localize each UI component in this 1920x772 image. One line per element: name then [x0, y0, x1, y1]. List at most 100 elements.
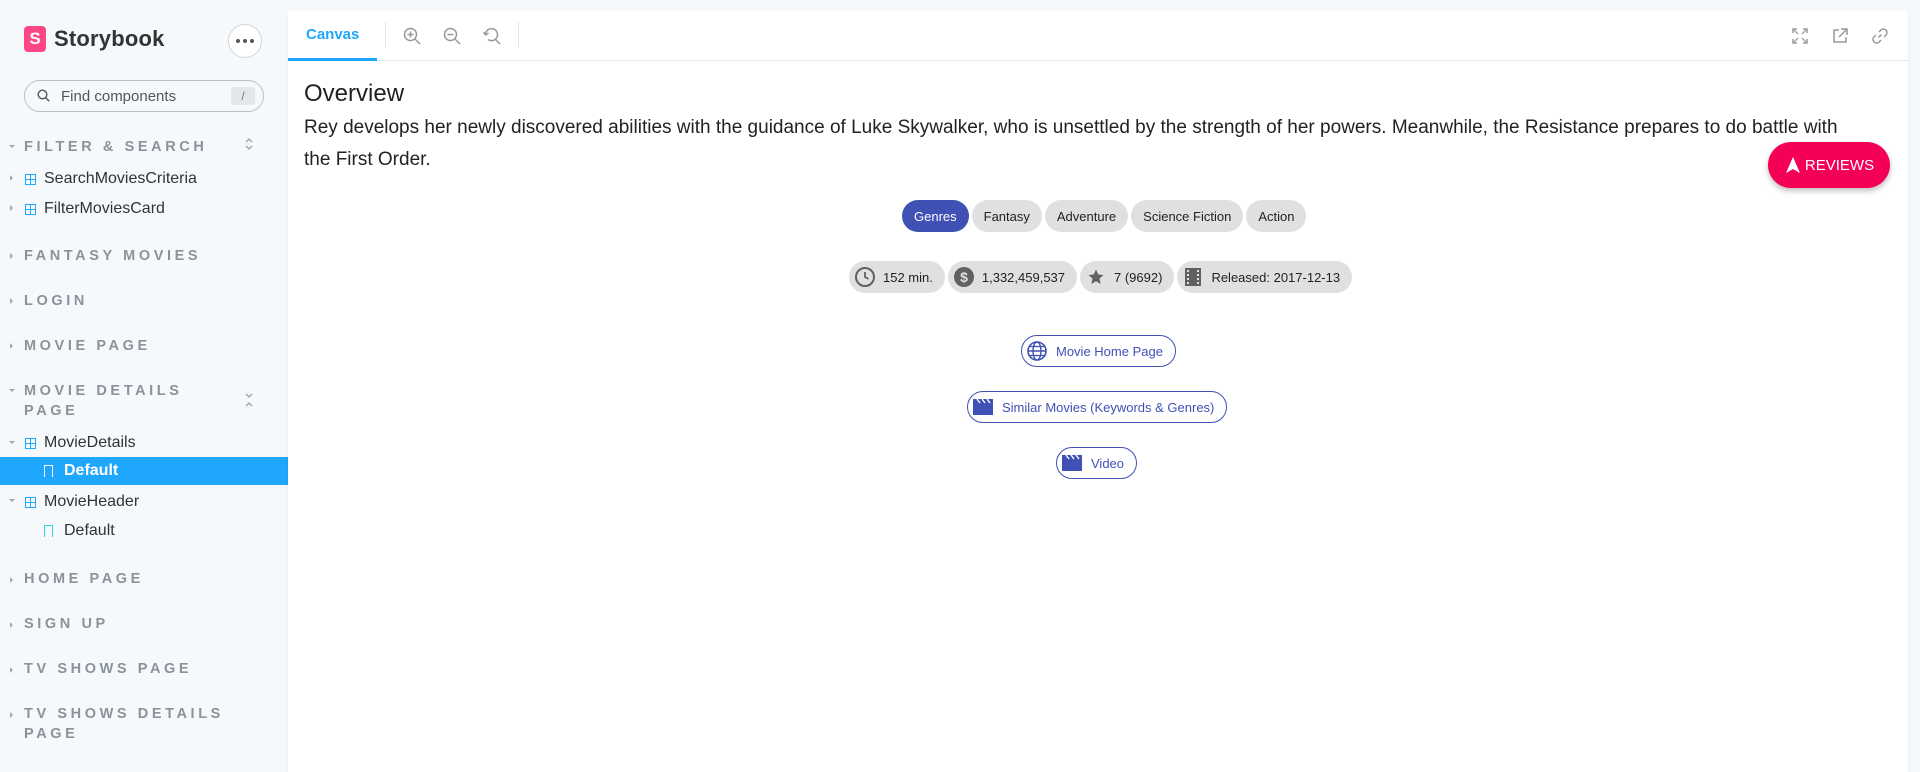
chevron-right-icon: [10, 622, 13, 628]
genre-chip[interactable]: Science Fiction: [1131, 200, 1244, 232]
toolbar: Canvas: [288, 10, 1908, 61]
zoom-out-icon[interactable]: [442, 26, 462, 46]
story-label: Default: [64, 522, 115, 539]
sidebar-item-label: MovieDetails: [44, 434, 136, 451]
sidebar-item-moviedetails[interactable]: MovieDetails: [25, 431, 136, 455]
dot: [243, 39, 247, 43]
search-icon: [37, 89, 50, 102]
sidebar-item-filtermoviescard[interactable]: FilterMoviesCard: [25, 197, 165, 221]
movie-clapper-icon: [1061, 452, 1083, 474]
sidebar-item-label: MovieHeader: [44, 493, 140, 510]
dot: [236, 39, 240, 43]
chevron-right-icon: [10, 577, 13, 583]
fullscreen-icon[interactable]: [1790, 26, 1810, 46]
preview-panel: Canvas Overview Rey develops her newly d…: [288, 10, 1908, 772]
star-icon: [1084, 265, 1108, 289]
sidebar-item-searchmoviescriteria[interactable]: SearchMoviesCriteria: [25, 167, 197, 191]
release-chip: Released: 2017-12-13: [1177, 261, 1353, 293]
toolbar-divider: [385, 22, 386, 48]
collapse-all-icon[interactable]: [244, 392, 256, 408]
revenue-chip: $ 1,332,459,537: [947, 261, 1078, 293]
group-sign-up[interactable]: SIGN UP: [24, 614, 224, 634]
globe-icon: [1026, 340, 1048, 362]
genre-chip[interactable]: Fantasy: [971, 200, 1042, 232]
similar-movies-link[interactable]: Similar Movies (Keywords & Genres): [967, 391, 1228, 423]
info-chip-row: 152 min. $ 1,332,459,537 7 (9692) Releas…: [849, 261, 1355, 293]
runtime-value: 152 min.: [883, 269, 933, 285]
chevron-right-icon: [10, 343, 13, 349]
storybook-logo-icon: S: [24, 26, 46, 52]
search-box[interactable]: /: [24, 80, 264, 112]
revenue-value: 1,332,459,537: [981, 269, 1066, 285]
story-canvas: Overview Rey develops her newly discover…: [304, 80, 1884, 176]
rating-value: 7 (9692): [1114, 269, 1163, 285]
expand-all-icon[interactable]: [244, 136, 256, 152]
storybook-brand[interactable]: S Storybook: [24, 26, 165, 52]
chevron-right-icon: [10, 253, 13, 259]
sidebar-item-movieheader[interactable]: MovieHeader: [25, 490, 139, 514]
movie-clapper-icon: [972, 396, 994, 418]
chevron-right-icon: [10, 175, 13, 181]
group-movie-details-page[interactable]: MOVIE DETAILS PAGE: [24, 381, 214, 421]
open-new-tab-icon[interactable]: [1830, 26, 1850, 46]
sidebar: S Storybook / FILTER & SEARCH SearchMovi…: [0, 0, 288, 772]
tab-canvas[interactable]: Canvas: [288, 10, 378, 61]
group-filter-search[interactable]: FILTER & SEARCH: [24, 137, 224, 157]
chevron-down-icon: [9, 441, 15, 444]
search-input[interactable]: [61, 81, 221, 111]
release-value: Released: 2017-12-13: [1211, 269, 1341, 285]
clock-icon: [853, 265, 877, 289]
chevron-right-icon: [10, 298, 13, 304]
dot: [250, 39, 254, 43]
sidebar-story-moviedetails-default[interactable]: Default: [0, 457, 288, 485]
toolbar-divider: [518, 22, 519, 48]
genre-chip[interactable]: Adventure: [1044, 200, 1129, 232]
bookmark-icon: [44, 525, 53, 537]
navigation-arrow-icon: [1785, 157, 1800, 173]
rating-chip: 7 (9692): [1080, 261, 1175, 293]
brand-name: Storybook: [54, 26, 165, 51]
overview-heading: Overview: [304, 80, 405, 107]
video-label: Video: [1091, 455, 1125, 471]
group-home-page[interactable]: HOME PAGE: [24, 569, 224, 589]
story-label: Default: [64, 462, 119, 479]
bookmark-icon: [44, 465, 53, 477]
component-icon: [25, 437, 36, 449]
group-fantasy-movies[interactable]: FANTASY MOVIES: [24, 246, 224, 266]
group-tv-shows-details-page[interactable]: TV SHOWS DETAILS PAGE: [24, 704, 244, 744]
genres-chip-row: Genres Fantasy Adventure Science Fiction…: [902, 200, 1309, 232]
chevron-down-icon: [9, 389, 15, 392]
runtime-chip: 152 min.: [849, 261, 945, 293]
movie-home-page-label: Movie Home Page: [1056, 343, 1163, 359]
more-options-button[interactable]: [228, 24, 262, 58]
chevron-right-icon: [10, 712, 13, 718]
reviews-button[interactable]: REVIEWS: [1768, 142, 1890, 188]
sidebar-item-label: FilterMoviesCard: [44, 200, 165, 217]
similar-movies-label: Similar Movies (Keywords & Genres): [1002, 399, 1215, 415]
chevron-right-icon: [10, 205, 13, 211]
component-icon: [25, 173, 36, 185]
copy-link-icon[interactable]: [1870, 26, 1890, 46]
chevron-down-icon: [9, 145, 15, 148]
group-tv-shows-page[interactable]: TV SHOWS PAGE: [24, 659, 224, 679]
video-link[interactable]: Video: [1056, 447, 1138, 479]
svg-text:$: $: [960, 269, 968, 285]
component-icon: [25, 203, 36, 215]
chevron-down-icon: [9, 499, 15, 502]
movie-home-page-link[interactable]: Movie Home Page: [1021, 335, 1176, 367]
sidebar-item-label: SearchMoviesCriteria: [44, 170, 197, 187]
film-strip-icon: [1181, 265, 1205, 289]
genres-label-chip: Genres: [902, 200, 969, 232]
zoom-reset-icon[interactable]: [482, 26, 502, 46]
overview-text: Rey develops her newly discovered abilit…: [304, 117, 1838, 170]
group-movie-page[interactable]: MOVIE PAGE: [24, 336, 224, 356]
sidebar-story-movieheader-default[interactable]: Default: [0, 517, 288, 545]
dollar-icon: $: [952, 265, 976, 289]
zoom-in-icon[interactable]: [402, 26, 422, 46]
chevron-right-icon: [10, 667, 13, 673]
genre-chip[interactable]: Action: [1246, 200, 1307, 232]
component-icon: [25, 496, 36, 508]
group-login[interactable]: LOGIN: [24, 291, 224, 311]
reviews-label: REVIEWS: [1804, 156, 1875, 174]
search-shortcut-key: /: [231, 87, 255, 105]
